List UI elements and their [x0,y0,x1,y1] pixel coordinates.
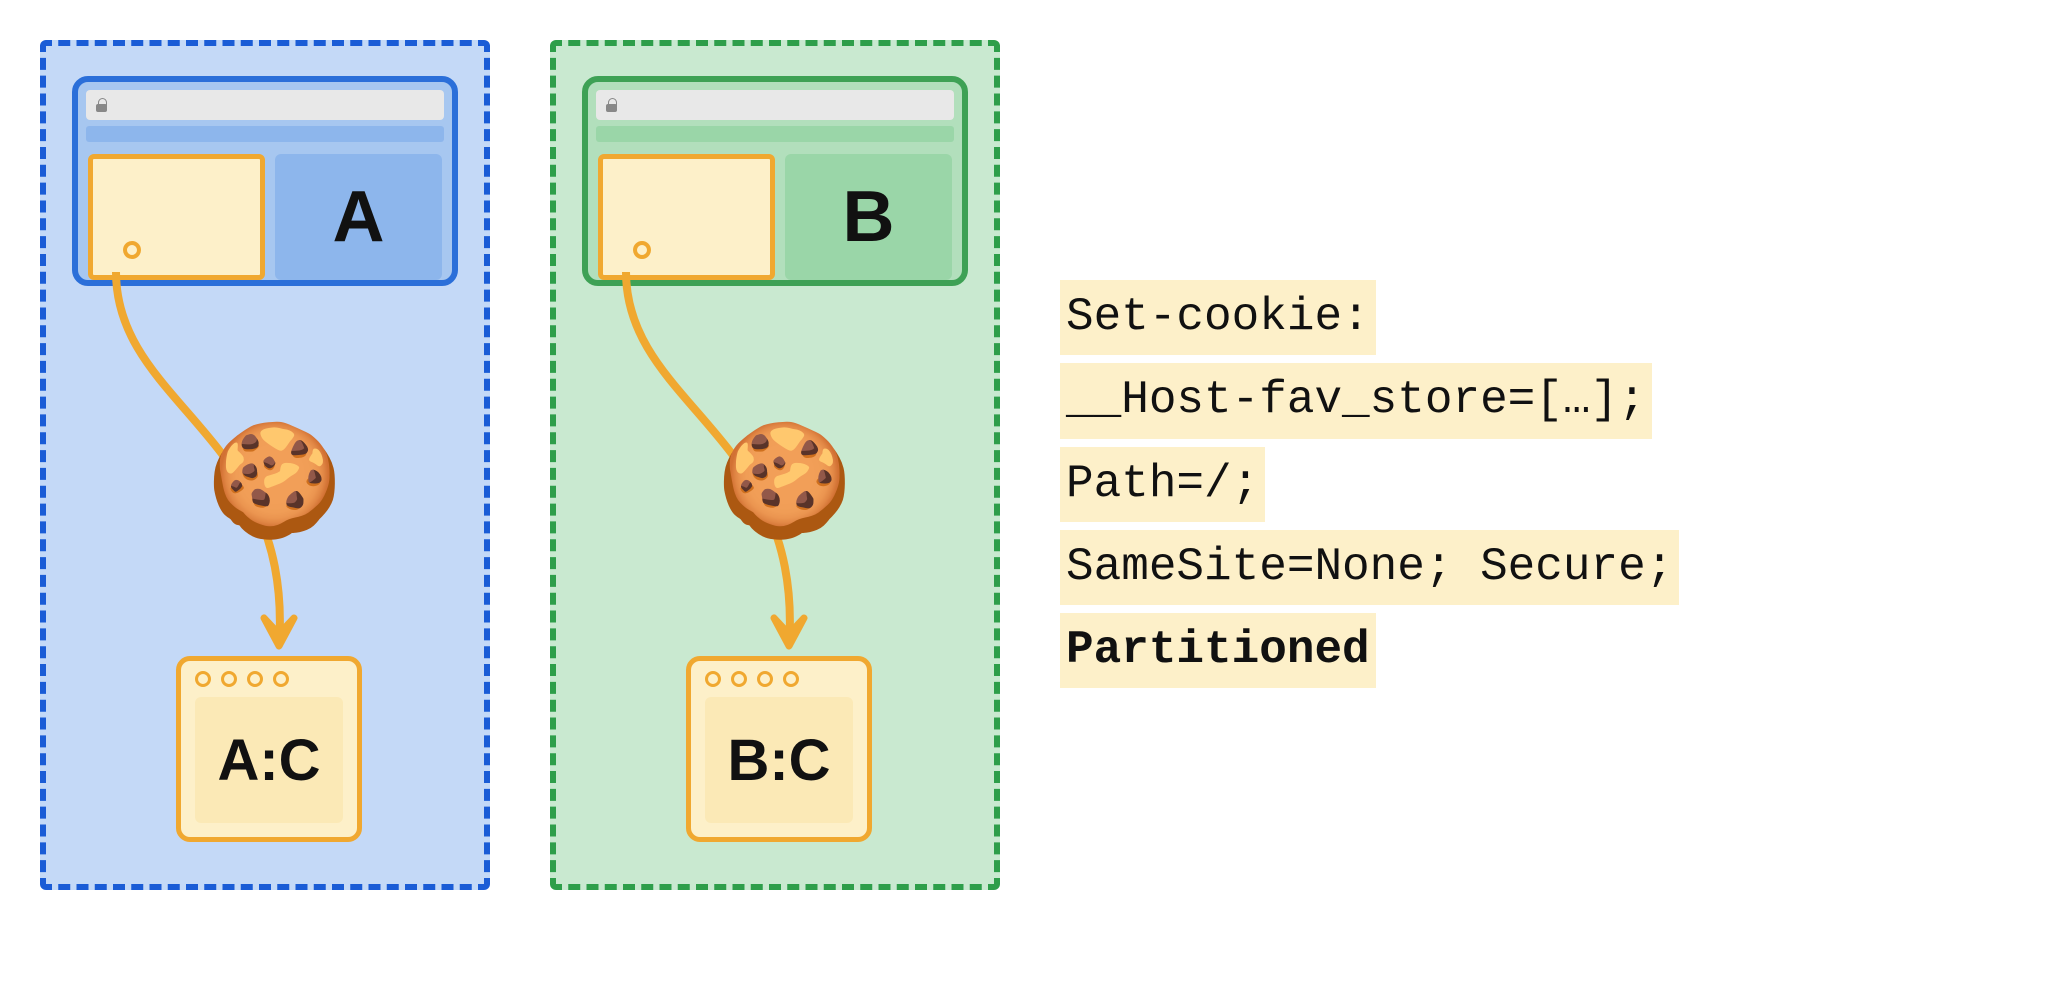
partition-site-b: B 🍪 B:C [550,40,1000,890]
jar-window-controls [705,671,853,687]
lock-icon [606,98,617,112]
code-line-2: __Host-fav_store=[…]; [1060,363,1652,438]
cookie-jar-a: A:C [176,656,362,842]
browser-window-a: A [72,76,458,286]
cookie-jar-b: B:C [686,656,872,842]
browser-content: A [78,148,452,280]
set-cookie-header: Set-cookie: __Host-fav_store=[…]; Path=/… [1060,280,1679,696]
lock-icon [96,98,107,112]
url-bar [86,90,444,120]
jar-content: B:C [705,697,853,823]
site-label-a: A [333,176,385,258]
jar-content: A:C [195,697,343,823]
connector-anchor [123,241,141,259]
tab-strip [596,126,954,142]
code-line-1: Set-cookie: [1060,280,1376,355]
code-line-4: SameSite=None; Secure; [1060,530,1679,605]
tab-strip [86,126,444,142]
jar-label-a: A:C [217,727,320,794]
code-line-3: Path=/; [1060,447,1265,522]
jar-label-b: B:C [727,727,830,794]
browser-window-b: B [582,76,968,286]
diagram-canvas: A 🍪 A:C [40,40,2008,890]
embedded-iframe [88,154,265,280]
cookie-icon: 🍪 [716,426,853,536]
browser-content: B [588,148,962,280]
connector-anchor [633,241,651,259]
code-line-partitioned: Partitioned [1060,613,1376,688]
top-level-site-box: B [785,154,952,280]
cookie-icon: 🍪 [206,426,343,536]
partition-site-a: A 🍪 A:C [40,40,490,890]
jar-window-controls [195,671,343,687]
site-label-b: B [843,176,895,258]
embedded-iframe [598,154,775,280]
url-bar [596,90,954,120]
top-level-site-box: A [275,154,442,280]
